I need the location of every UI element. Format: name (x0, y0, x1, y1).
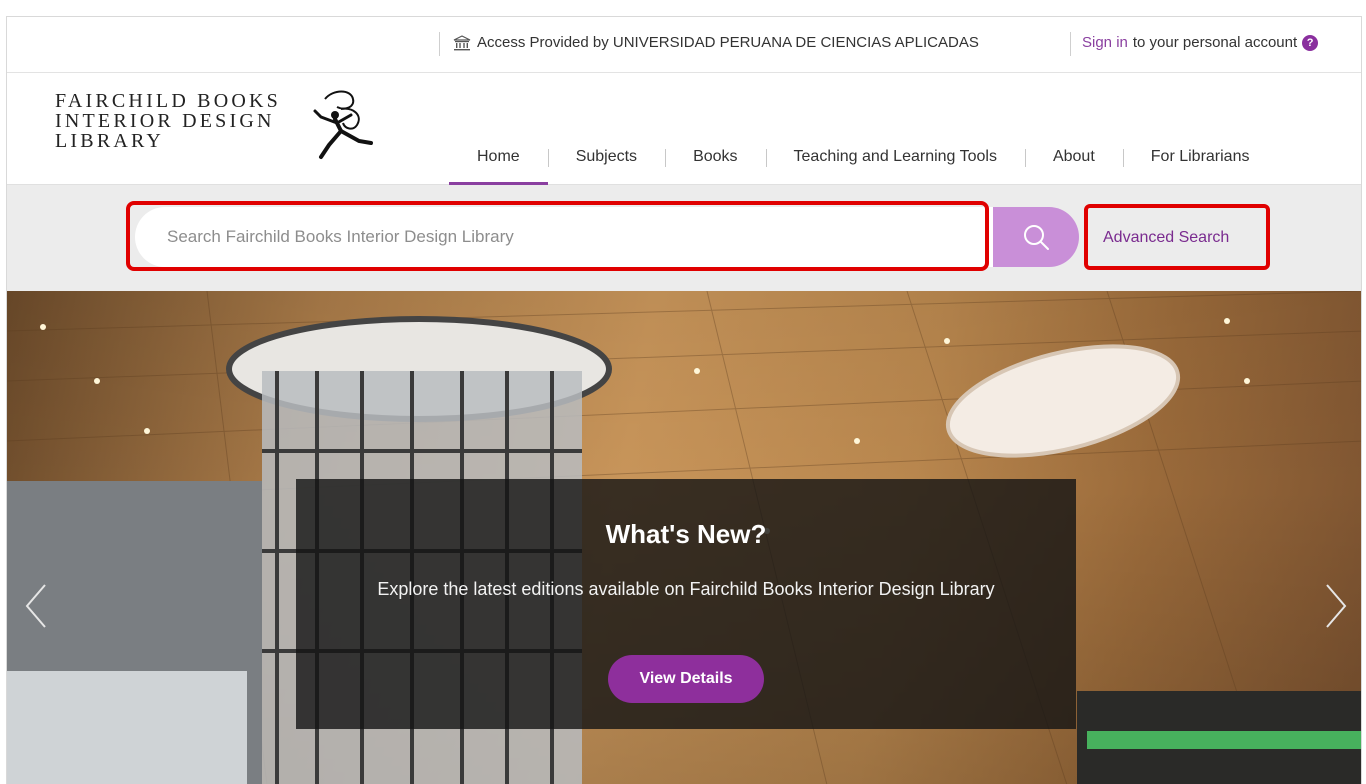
search-icon (1024, 225, 1049, 250)
signin-suffix: to your personal account (1132, 34, 1298, 51)
nav-books[interactable]: Books (665, 129, 765, 185)
advanced-search-link[interactable]: Advanced Search (1103, 229, 1229, 247)
nav-about[interactable]: About (1024, 129, 1123, 185)
hero-carousel: What's New? Explore the latest editions … (7, 291, 1361, 784)
access-bar: Access Provided by UNIVERSIDAD PERUANA D… (7, 17, 1361, 73)
sign-in-link[interactable]: Sign in (1082, 34, 1128, 51)
logo-figure-icon (313, 90, 373, 159)
site-header: FAIRCHILD BOOKS INTERIOR DESIGN LIBRARY … (7, 73, 1361, 185)
site-logo[interactable]: FAIRCHILD BOOKS INTERIOR DESIGN LIBRARY (55, 91, 281, 151)
nav-subjects[interactable]: Subjects (547, 129, 665, 185)
search-box (135, 207, 995, 267)
nav-for-librarians[interactable]: For Librarians (1122, 129, 1278, 185)
view-details-button[interactable]: View Details (608, 655, 764, 703)
carousel-next-chevron-icon[interactable] (1321, 581, 1351, 631)
signin-area: Sign in to your personal account ? (1082, 34, 1319, 51)
logo-line-2: INTERIOR DESIGN (55, 110, 275, 132)
nav-home[interactable]: Home (449, 129, 548, 185)
search-band: Advanced Search (7, 185, 1361, 291)
hero-title: What's New? (605, 519, 767, 549)
carousel-prev-chevron-icon[interactable] (21, 581, 51, 631)
page-frame: Access Provided by UNIVERSIDAD PERUANA D… (6, 16, 1362, 784)
search-button[interactable] (993, 207, 1079, 267)
access-info: Access Provided by UNIVERSIDAD PERUANA D… (453, 34, 979, 51)
logo-line-3: LIBRARY (55, 130, 165, 152)
logo-line-1: FAIRCHILD BOOKS (55, 90, 281, 112)
hero-subtitle: Explore the latest editions available on… (377, 579, 995, 599)
main-nav: Home Subjects Books Teaching and Learnin… (449, 129, 1277, 185)
search-input[interactable] (167, 227, 947, 247)
nav-teaching-and-learning-tools[interactable]: Teaching and Learning Tools (765, 129, 1025, 185)
institution-icon (453, 34, 471, 51)
help-icon[interactable]: ? (1302, 34, 1319, 51)
divider (1070, 32, 1071, 56)
access-text: Access Provided by UNIVERSIDAD PERUANA D… (477, 34, 979, 51)
divider (439, 32, 440, 56)
hero-caption-panel: What's New? Explore the latest editions … (296, 479, 1076, 729)
